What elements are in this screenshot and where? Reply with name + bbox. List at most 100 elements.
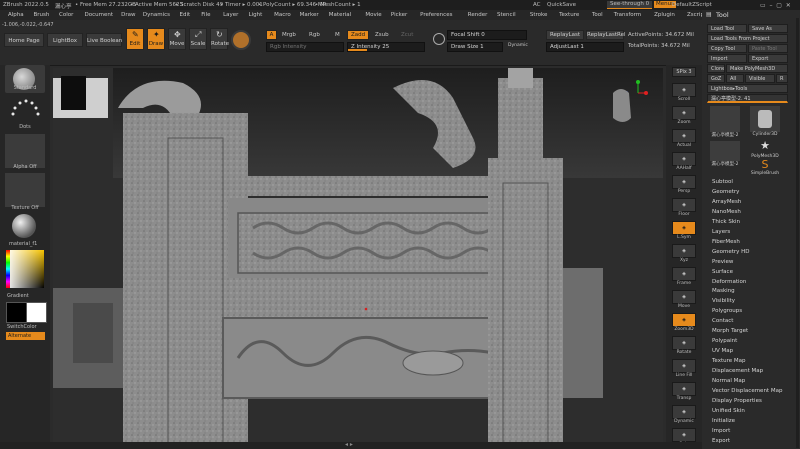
lightbox-tools-button[interactable]: Lightbox▸Tools (707, 84, 788, 93)
menu-macro[interactable]: Macro (274, 12, 291, 18)
tool-section-import[interactable]: Import (712, 428, 730, 434)
shelf-move-button[interactable]: ◈ (672, 290, 696, 304)
shelf-aahalf-button[interactable]: ◈ (672, 152, 696, 166)
menu-edit[interactable]: Edit (180, 12, 191, 18)
shelf-line-fill-button[interactable]: ◈ (672, 359, 696, 373)
tool-section-initialize[interactable]: Initialize (712, 418, 735, 424)
menu-transform[interactable]: Transform (614, 12, 641, 18)
tool-section-layers[interactable]: Layers (712, 229, 730, 235)
menu-draw[interactable]: Draw (121, 12, 135, 18)
alpha-selector[interactable] (5, 134, 45, 168)
secondary-color-swatch[interactable] (26, 302, 47, 323)
ac-button[interactable]: AC (533, 2, 541, 8)
menu-light[interactable]: Light (249, 12, 263, 18)
tool-scrollbar[interactable] (796, 18, 799, 448)
copy-tool-button[interactable]: Copy Tool (707, 44, 747, 53)
tool-section-contact[interactable]: Contact (712, 318, 733, 324)
menu-layer[interactable]: Layer (223, 12, 238, 18)
spix-slider[interactable]: SPix 3 (672, 67, 696, 77)
shelf-l-sym-button[interactable]: ◈ (672, 221, 696, 235)
menu-picker[interactable]: Picker (391, 12, 407, 18)
tool-section-preview[interactable]: Preview (712, 259, 733, 265)
z-intensity-slider[interactable]: Z Intensity 25 (347, 42, 425, 52)
tool-section-polygroups[interactable]: Polygroups (712, 308, 742, 314)
replay-last-rel-button[interactable]: ReplayLastRel (586, 30, 626, 40)
tool-section-morph-target[interactable]: Morph Target (712, 328, 748, 334)
switch-color-button[interactable]: SwitchColor (7, 324, 57, 330)
zcut-toggle[interactable]: Zcut (401, 32, 413, 38)
clone-button[interactable]: Clone (707, 64, 725, 73)
tool-section-display-properties[interactable]: Display Properties (712, 398, 762, 404)
viewport-canvas[interactable] (53, 68, 663, 442)
tool-section-thick-skin[interactable]: Thick Skin (712, 219, 740, 225)
alternate-button[interactable]: Alternate (6, 332, 45, 340)
menu-marker[interactable]: Marker (300, 12, 319, 18)
export-button[interactable]: Export (748, 54, 788, 63)
simplebrush-icon[interactable]: S (750, 159, 780, 171)
shelf-dynamic-button[interactable]: ◈ (672, 405, 696, 419)
color-picker[interactable] (6, 250, 44, 288)
tool-section-geometry[interactable]: Geometry (712, 189, 739, 195)
main-color-swatch[interactable] (6, 302, 27, 323)
visible-button[interactable]: Visible (745, 74, 775, 83)
menu-document[interactable]: Document (85, 12, 114, 18)
quicksave-button[interactable]: QuickSave (547, 2, 576, 8)
menu-render[interactable]: Render (468, 12, 488, 18)
shelf-floor-button[interactable]: ◈ (672, 198, 696, 212)
r-button[interactable]: R (776, 74, 788, 83)
shelf-transp-button[interactable]: ◈ (672, 382, 696, 396)
menu-file[interactable]: File (201, 12, 210, 18)
shelf-solo-button[interactable]: ◈ (672, 428, 696, 442)
shelf-zoom-button[interactable]: ◈ (672, 106, 696, 120)
shelf-scroll-button[interactable]: ◈ (672, 83, 696, 97)
tool-thumb-model-2[interactable] (710, 141, 740, 161)
save-as-button[interactable]: Save As (748, 24, 788, 33)
menu-stencil[interactable]: Stencil (497, 12, 516, 18)
rgb-toggle[interactable]: Rgb (309, 32, 320, 38)
load-tool-button[interactable]: Load Tool (707, 24, 747, 33)
live-boolean-button[interactable]: Live Boolean (86, 33, 122, 47)
rgb-intensity-slider[interactable]: Rgb Intensity (266, 42, 344, 52)
material-selector[interactable] (5, 213, 45, 239)
draw-size-slider[interactable]: Draw Size 1 (447, 42, 503, 52)
tool-section-unified-skin[interactable]: Unified Skin (712, 408, 745, 414)
move-button[interactable]: ✥ Move (168, 28, 186, 50)
menu-brush[interactable]: Brush (34, 12, 50, 18)
shelf-zoom3d-button[interactable]: ◈ (672, 313, 696, 327)
tool-section-export[interactable]: Export (712, 438, 730, 444)
tool-section-polypaint[interactable]: Polypaint (712, 338, 737, 344)
zsub-toggle[interactable]: Zsub (375, 32, 389, 38)
tool-thumb-cylinder[interactable] (750, 106, 780, 132)
menu-color[interactable]: Color (59, 12, 73, 18)
material-sphere-icon[interactable] (231, 30, 251, 50)
edit-button[interactable]: ✎ Edit (126, 28, 144, 50)
paste-tool-button[interactable]: Paste Tool (748, 44, 788, 53)
a-toggle[interactable]: A (266, 30, 277, 40)
menu-movie[interactable]: Movie (365, 12, 381, 18)
tool-section-geometry-hd[interactable]: Geometry HD (712, 249, 750, 255)
see-through-slider[interactable]: See-through 0 (607, 1, 653, 9)
tool-section-uv-map[interactable]: UV Map (712, 348, 733, 354)
tool-header[interactable]: Tool (716, 11, 729, 19)
zadd-toggle[interactable]: Zadd (347, 30, 369, 40)
scale-button[interactable]: ⤢ Scale (189, 28, 207, 50)
tool-section-visibility[interactable]: Visibility (712, 298, 735, 304)
focal-shift-slider[interactable]: Focal Shift 0 (447, 30, 527, 40)
expand-arrows-icon[interactable]: ◂ ▸ (345, 441, 353, 448)
tool-section-surface[interactable]: Surface (712, 269, 733, 275)
tool-section-deformation[interactable]: Deformation (712, 279, 746, 285)
shelf-actual-button[interactable]: ◈ (672, 129, 696, 143)
tool-section-vector-displacement-map[interactable]: Vector Displacement Map (712, 388, 782, 394)
tool-section-texture-map[interactable]: Texture Map (712, 358, 746, 364)
menu-preferences[interactable]: Preferences (420, 12, 452, 18)
menu-stroke[interactable]: Stroke (530, 12, 548, 18)
current-tool-slider[interactable]: 漏心亭模型-2. 41 (707, 94, 788, 103)
all-button[interactable]: All (726, 74, 744, 83)
shelf-rotate-button[interactable]: ◈ (672, 336, 696, 350)
polymesh-star-icon[interactable]: ★ (750, 139, 780, 155)
hue-strip[interactable] (6, 250, 10, 288)
tool-section-displacement-map[interactable]: Displacement Map (712, 368, 763, 374)
dynamic-toggle[interactable]: Dynamic (508, 43, 528, 48)
tool-section-normal-map[interactable]: Normal Map (712, 378, 745, 384)
home-page-button[interactable]: Home Page (4, 33, 44, 47)
